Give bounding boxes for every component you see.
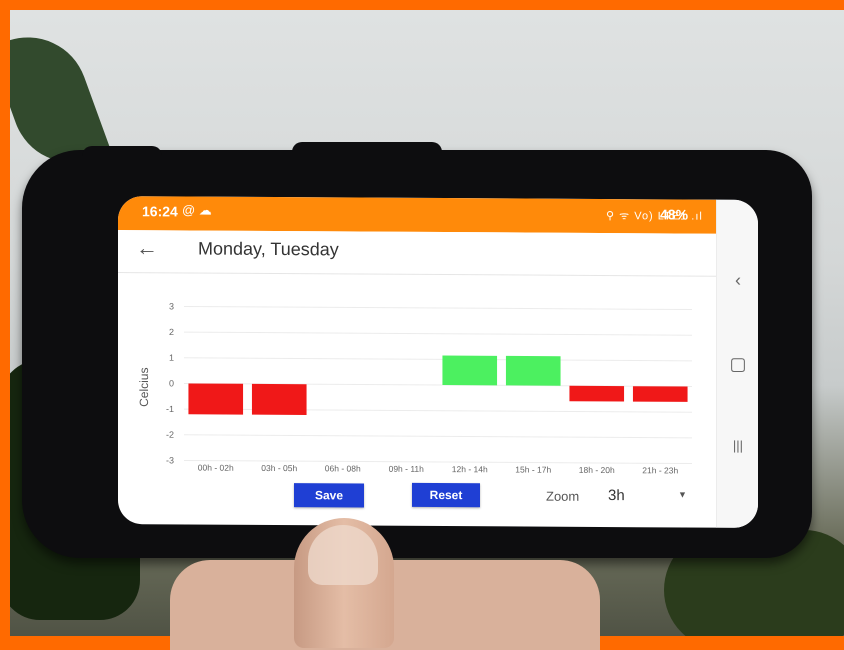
chevron-down-icon[interactable]: ▼ <box>678 489 687 499</box>
chart-bar[interactable] <box>251 383 307 415</box>
x-tick-label: 00h - 02h <box>198 463 234 473</box>
page-title: Monday, Tuesday <box>198 238 339 260</box>
battery-level: 48% <box>660 206 689 223</box>
status-bar: 16:24 @ ☁ ⚲ ᯤ Vo) LTE1 .ıl 48% <box>118 196 716 234</box>
chart-bar[interactable] <box>188 383 244 415</box>
grid-line <box>184 459 692 465</box>
grid-line <box>184 357 692 362</box>
x-tick-label: 09h - 11h <box>389 464 425 474</box>
y-tick-label: -1 <box>166 404 174 414</box>
x-tick-label: 03h - 05h <box>261 463 297 473</box>
save-button[interactable]: Save <box>294 483 364 508</box>
nav-recents-icon[interactable]: ||| <box>727 438 749 453</box>
y-axis-label: Celcius <box>137 367 151 406</box>
case-bump <box>82 146 162 166</box>
x-tick-label: 15h - 17h <box>515 464 551 474</box>
y-axis-ticks: 3 2 1 0 -1 -2 -3 <box>166 301 174 465</box>
system-nav-bar: ‹ ▢ ||| <box>716 199 758 528</box>
case-bump <box>292 142 442 164</box>
status-time: 16:24 <box>142 203 178 220</box>
grid-line <box>184 434 692 439</box>
phone-screen: 16:24 @ ☁ ⚲ ᯤ Vo) LTE1 .ıl 48% ← Monday,… <box>118 196 758 528</box>
arrow-back-icon[interactable]: ← <box>136 235 158 261</box>
x-axis-ticks: 00h - 02h 03h - 05h 06h - 08h 09h - 11h 12h … <box>198 463 679 476</box>
y-tick-label: 0 <box>169 378 174 388</box>
x-tick-label: 06h - 08h <box>325 463 361 473</box>
chart-bar[interactable] <box>569 385 625 402</box>
y-tick-label: 3 <box>169 301 174 311</box>
y-tick-label: -3 <box>166 455 174 465</box>
y-tick-label: 2 <box>169 327 174 337</box>
grid-line <box>184 331 692 336</box>
chart-bar[interactable] <box>632 386 688 402</box>
reset-button[interactable]: Reset <box>412 482 480 508</box>
nav-back-icon[interactable]: ‹ <box>727 270 749 291</box>
grid-line <box>184 305 692 311</box>
nav-home-icon[interactable]: ▢ <box>727 354 749 375</box>
y-tick-label: -2 <box>166 430 174 440</box>
chart-bar[interactable] <box>505 355 561 386</box>
zoom-label: Zoom <box>546 488 580 504</box>
status-signal-icons: ⚲ ᯤ Vo) LTE1 .ıl <box>606 210 703 223</box>
status-left-icons: @ ☁ <box>182 202 212 218</box>
app-bar: ← Monday, Tuesday <box>118 230 716 277</box>
y-tick-label: 1 <box>169 353 174 363</box>
chart-bar[interactable] <box>442 355 498 386</box>
x-tick-label: 21h - 23h <box>642 465 678 475</box>
x-tick-label: 18h - 20h <box>579 465 615 475</box>
temperature-chart: 3 2 1 0 -1 -2 -3 00h - 02h 03h - 05h 06h - 08h 09… <box>137 301 692 476</box>
zoom-select[interactable]: 3h <box>608 487 625 504</box>
x-tick-label: 12h - 14h <box>452 464 488 474</box>
